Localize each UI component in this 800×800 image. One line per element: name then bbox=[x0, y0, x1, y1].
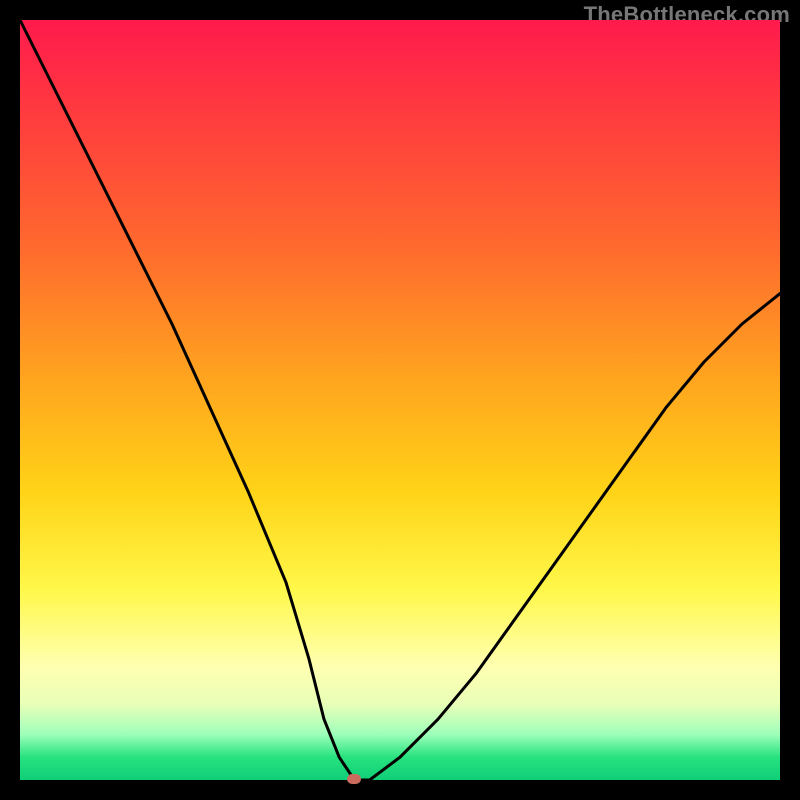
plot-area bbox=[20, 20, 780, 780]
bottleneck-curve bbox=[20, 20, 780, 780]
curve-path bbox=[20, 20, 780, 780]
chart-frame: TheBottleneck.com bbox=[0, 0, 800, 800]
minimum-marker bbox=[347, 774, 361, 784]
